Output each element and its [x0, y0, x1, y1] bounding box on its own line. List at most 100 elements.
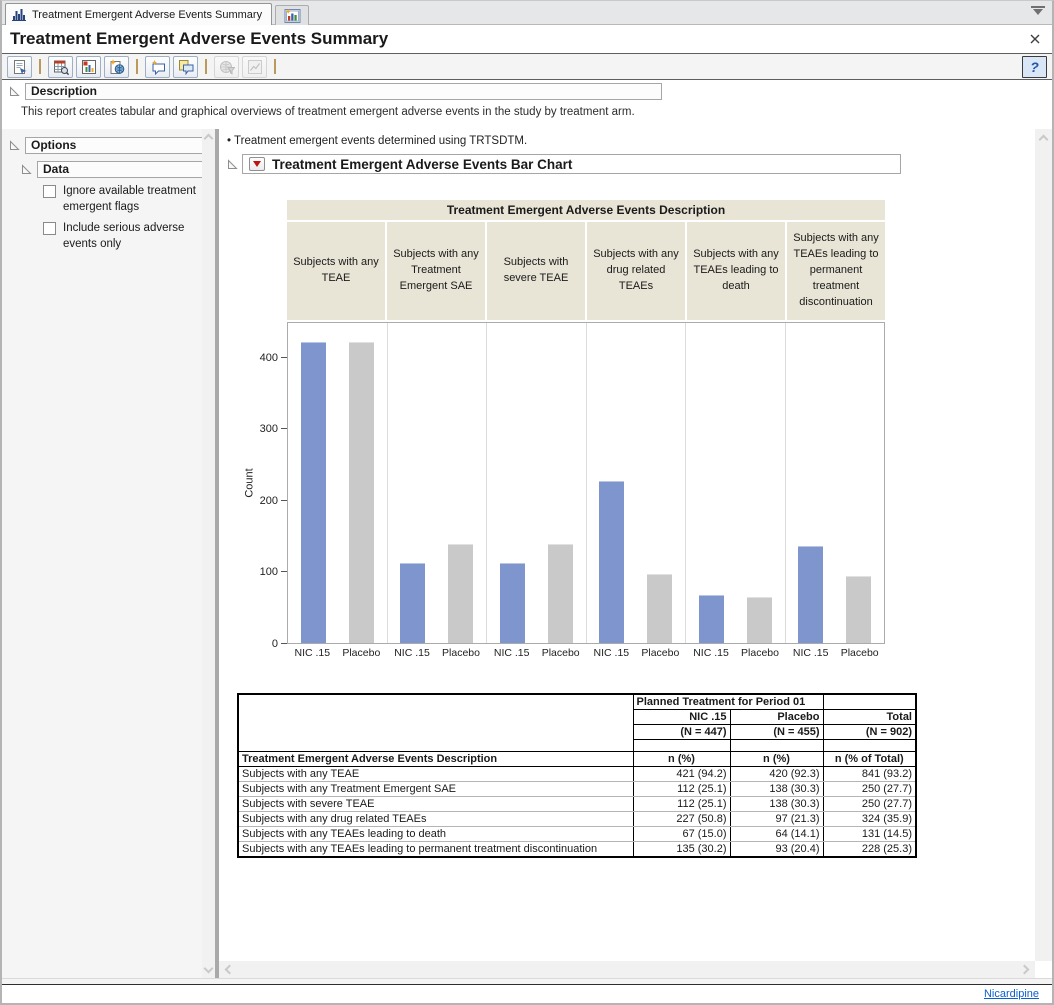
scroll-left-icon[interactable]: [225, 965, 235, 975]
summary-table: Planned Treatment for Period 01 NIC .15 …: [237, 693, 917, 858]
column-header: Placebo: [730, 710, 823, 725]
row-value: 324 (35.9): [823, 812, 916, 827]
chart-column-header: Subjects with severe TEAE: [487, 222, 585, 320]
bar-nic-15-group-6[interactable]: [798, 546, 823, 643]
row-label: Subjects with any Treatment Emergent SAE: [238, 782, 633, 797]
x-tick-label: Placebo: [638, 647, 682, 659]
row-value: 97 (21.3): [730, 812, 823, 827]
bar-placebo-group-2[interactable]: [448, 544, 473, 643]
chart-group: [685, 323, 785, 643]
x-tick-label: NIC .15: [789, 647, 833, 659]
row-value: 67 (15.0): [633, 827, 730, 842]
table-row: Subjects with severe TEAE112 (25.1)138 (…: [238, 797, 916, 812]
toolbar-separator: [136, 59, 138, 74]
left-panel-scrollbar[interactable]: [202, 129, 215, 978]
x-axis-labels: NIC .15PlaceboNIC .15PlaceboNIC .15Place…: [287, 647, 885, 659]
y-tick-label: 0: [248, 638, 278, 650]
disclosure-triangle-icon[interactable]: [227, 159, 238, 170]
toolbar-separator: [274, 59, 276, 74]
bullet: •: [227, 135, 231, 147]
x-tick-label: Placebo: [738, 647, 782, 659]
disclosure-triangle-icon[interactable]: [9, 86, 20, 97]
bar-placebo-group-3[interactable]: [548, 544, 573, 643]
red-triangle-icon: [253, 161, 261, 167]
description-text: This report creates tabular and graphica…: [21, 106, 1052, 118]
journal-button[interactable]: [76, 56, 101, 78]
row-label: Subjects with any TEAEs leading to perma…: [238, 842, 633, 858]
chart-header: Treatment Emergent Adverse Events Descri…: [287, 200, 885, 320]
table-row: Subjects with any TEAEs leading to perma…: [238, 842, 916, 858]
checkbox-ignore-te-flags[interactable]: Ignore available treatment emergent flag…: [43, 184, 215, 215]
new-note-button[interactable]: [145, 56, 170, 78]
row-value: 841 (93.2): [823, 767, 916, 782]
row-value: 227 (50.8): [633, 812, 730, 827]
table-group-header-row: Planned Treatment for Period 01: [238, 694, 916, 710]
checkbox-icon[interactable]: [43, 222, 56, 235]
bar-nic-15-group-5[interactable]: [699, 595, 724, 643]
tab-teae-summary[interactable]: Treatment Emergent Adverse Events Summar…: [5, 3, 272, 25]
chart-title: Treatment Emergent Adverse Events Descri…: [287, 200, 885, 220]
disclosure-triangle-icon[interactable]: [9, 140, 20, 151]
report-panel: • Treatment emergent events determined u…: [219, 129, 1052, 978]
x-tick-label: Placebo: [339, 647, 383, 659]
horizontal-scrollbar[interactable]: [219, 961, 1035, 978]
checkbox-serious-only[interactable]: Include serious adverse events only: [43, 221, 215, 252]
report-button[interactable]: [7, 56, 32, 78]
chart-column-header: Subjects with any TEAE: [287, 222, 385, 320]
table-body: Subjects with any TEAE421 (94.2)420 (92.…: [238, 767, 916, 858]
chart-plot: [287, 322, 885, 644]
options-header[interactable]: Options: [25, 137, 203, 154]
close-icon[interactable]: [1028, 32, 1042, 46]
bar-placebo-group-1[interactable]: [349, 342, 374, 643]
stat-header: n (%): [730, 752, 823, 767]
report-content: • Treatment emergent events determined u…: [219, 129, 1035, 961]
bar-nic-15-group-2[interactable]: [400, 563, 425, 643]
table-stat-header-row: Treatment Emergent Adverse Events Descri…: [238, 752, 916, 767]
body: Options Data Ignore available treatment …: [2, 129, 1052, 978]
histogram-icon: [12, 8, 27, 21]
bar-placebo-group-4[interactable]: [647, 574, 672, 643]
x-tick-label: NIC .15: [589, 647, 633, 659]
toolbar-separator: [39, 59, 41, 74]
bar-nic-15-group-3[interactable]: [500, 563, 525, 643]
disclosure-triangle-icon[interactable]: [21, 164, 32, 175]
scroll-up-icon[interactable]: [1039, 135, 1049, 145]
checkbox-icon[interactable]: [43, 185, 56, 198]
checkbox-label: Ignore available treatment emergent flag…: [63, 184, 209, 215]
checkbox-label: Include serious adverse events only: [63, 221, 209, 252]
bar-placebo-group-5[interactable]: [747, 597, 772, 643]
copy-note-button[interactable]: [173, 56, 198, 78]
scroll-up-icon[interactable]: [204, 134, 214, 144]
stat-header: n (% of Total): [823, 752, 916, 767]
column-header: Total: [823, 710, 916, 725]
row-value: 64 (14.1): [730, 827, 823, 842]
row-value: 112 (25.1): [633, 797, 730, 812]
new-window-button[interactable]: [104, 56, 129, 78]
x-tick-label: Placebo: [539, 647, 583, 659]
section-menu-button[interactable]: [249, 157, 265, 171]
bar-placebo-group-6[interactable]: [846, 576, 871, 643]
vertical-scrollbar[interactable]: [1035, 129, 1052, 961]
table-row: Subjects with any TEAE421 (94.2)420 (92.…: [238, 767, 916, 782]
chart-group: [486, 323, 586, 643]
scroll-right-icon[interactable]: [1020, 965, 1030, 975]
scroll-down-icon[interactable]: [204, 964, 214, 974]
tab-chart[interactable]: [275, 5, 309, 25]
column-switcher-icon: [247, 59, 263, 75]
x-axis-group: NIC .15Placebo: [387, 647, 487, 659]
help-button[interactable]: ?: [1022, 56, 1047, 78]
bar-nic-15-group-4[interactable]: [599, 481, 624, 643]
study-link[interactable]: Nicardipine: [984, 988, 1039, 1000]
row-label: Subjects with any TEAE: [238, 767, 633, 782]
chart-column-header: Subjects with any TEAEs leading to death: [687, 222, 785, 320]
n-value: (N = 902): [823, 725, 916, 740]
row-value: 135 (30.2): [633, 842, 730, 858]
copy-note-icon: [178, 59, 194, 75]
toolbar: ?: [2, 53, 1052, 80]
bar-nic-15-group-1[interactable]: [301, 342, 326, 643]
data-table-button[interactable]: [48, 56, 73, 78]
description-section: Description This report creates tabular …: [2, 80, 1052, 129]
data-options-header[interactable]: Data: [37, 161, 203, 178]
description-header[interactable]: Description: [25, 83, 662, 100]
x-axis-group: NIC .15 Placebo: [586, 647, 686, 659]
